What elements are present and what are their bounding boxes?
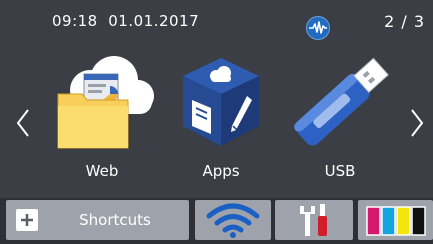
wifi-icon bbox=[206, 203, 260, 238]
page-indicator: 2 / 3 bbox=[384, 12, 425, 31]
tools-icon bbox=[300, 204, 327, 236]
cloud-folder-icon bbox=[42, 50, 162, 150]
web-label: Web bbox=[85, 162, 119, 180]
bottom-toolbar: Shortcuts bbox=[0, 198, 433, 244]
ink-levels-icon bbox=[366, 206, 426, 236]
shortcuts-button[interactable]: Shortcuts bbox=[6, 200, 189, 240]
status-bar: 09:18 01.01.2017 2 / 3 bbox=[0, 0, 433, 44]
date-time: 09:18 01.01.2017 bbox=[52, 12, 200, 30]
plus-icon bbox=[16, 209, 38, 231]
usb-drive-icon bbox=[280, 50, 400, 150]
apps-tile[interactable]: Apps bbox=[161, 50, 281, 190]
ink-levels-button[interactable] bbox=[358, 200, 433, 240]
usb-tile[interactable]: USB bbox=[280, 50, 400, 190]
wifi-signal-status-icon[interactable] bbox=[306, 16, 330, 40]
wifi-button[interactable] bbox=[195, 200, 271, 240]
settings-button[interactable] bbox=[275, 200, 353, 240]
apps-label: Apps bbox=[202, 162, 240, 180]
apps-cube-icon bbox=[161, 50, 281, 150]
web-tile[interactable]: Web bbox=[42, 50, 162, 190]
next-page-arrow-icon[interactable] bbox=[409, 108, 425, 138]
usb-label: USB bbox=[324, 162, 356, 180]
shortcuts-label: Shortcuts bbox=[79, 211, 151, 229]
previous-page-arrow-icon[interactable] bbox=[15, 108, 31, 138]
home-screen: 09:18 01.01.2017 2 / 3 Web Apps USB Shor… bbox=[0, 0, 433, 244]
